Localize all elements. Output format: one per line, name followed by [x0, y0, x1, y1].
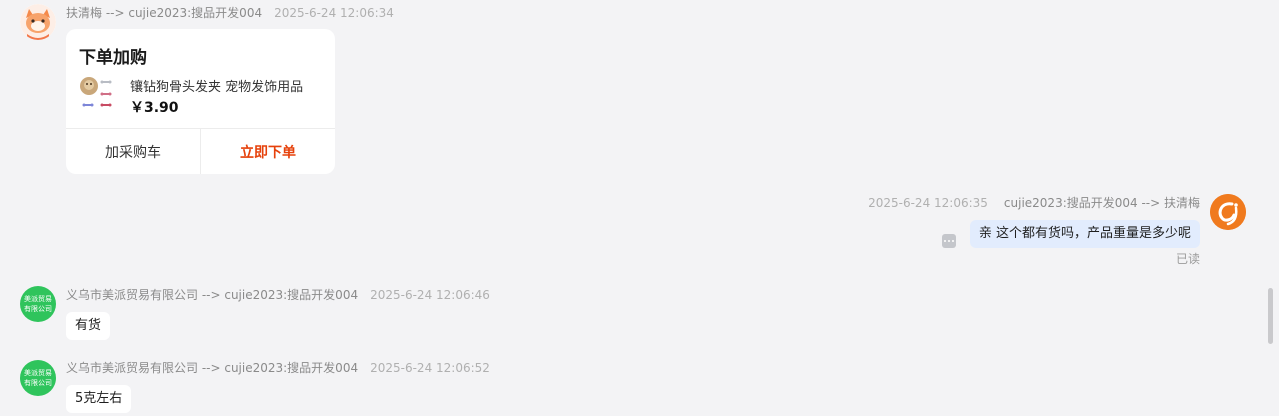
card-title: 下单加购 [79, 48, 147, 68]
cj-logo-avatar-icon [1210, 194, 1246, 230]
message-bubble-received: 有货 [66, 312, 111, 340]
message-meta: 义乌市美派贸易有限公司 --> cujie2023:搜品开发004 2025-6-… [66, 287, 490, 303]
message-time: 2025-6-24 12:06:34 [274, 6, 394, 20]
avatar-company-line: 有限公司 [24, 305, 52, 313]
sender-recipient: cujie2023:搜品开发004 --> 扶清梅 [1003, 196, 1200, 210]
avatar-company-line: 美派贸易 [24, 295, 52, 303]
sender-recipient: 义乌市美派贸易有限公司 --> cujie2023:搜品开发004 [66, 361, 359, 375]
message-time: 2025-6-24 12:06:35 [868, 196, 988, 210]
scrollbar-thumb[interactable] [1268, 288, 1273, 344]
more-dots-icon[interactable] [942, 234, 956, 248]
message-bubble-sent: 亲 这个都有货吗，产品重量是多少呢 [969, 220, 1200, 248]
message-meta: 2025-6-24 12:06:35 cujie2023:搜品开发004 --> … [868, 195, 1200, 211]
message-bubble-received: 5克左右 [66, 385, 132, 413]
product-name[interactable]: 镶钻狗骨头发夹 宠物发饰用品 [130, 76, 303, 95]
message-meta: 义乌市美派贸易有限公司 --> cujie2023:搜品开发004 2025-6-… [66, 360, 490, 376]
avatar-company[interactable]: 美派贸易 有限公司 [20, 360, 56, 396]
sender-recipient: 义乌市美派贸易有限公司 --> cujie2023:搜品开发004 [66, 288, 359, 302]
avatar-company[interactable]: 美派贸易 有限公司 [20, 286, 56, 322]
product-image-icon [80, 77, 112, 107]
avatar-buyer[interactable] [20, 4, 56, 40]
message-time: 2025-6-24 12:06:46 [370, 288, 490, 302]
avatar-company-line: 美派贸易 [24, 369, 52, 377]
message-time: 2025-6-24 12:06:52 [370, 361, 490, 375]
order-now-button[interactable]: 立即下单 [201, 129, 335, 174]
order-card: 下单加购 镶钻狗骨头发夹 宠物发饰用品 ￥3.90 加采购车 立即下单 [66, 29, 335, 174]
cartoon-cat-avatar-icon [20, 4, 56, 40]
add-to-cart-button[interactable]: 加采购车 [66, 129, 200, 174]
read-status: 已读 [1175, 252, 1200, 266]
message-meta: 扶清梅 --> cujie2023:搜品开发004 2025-6-24 12:06… [66, 5, 394, 21]
product-price: ￥3.90 [130, 100, 179, 116]
product-thumbnail[interactable] [79, 76, 115, 112]
avatar-company-line: 有限公司 [24, 379, 52, 387]
sender-recipient: 扶清梅 --> cujie2023:搜品开发004 [66, 6, 263, 20]
avatar-seller-account[interactable] [1210, 194, 1246, 230]
